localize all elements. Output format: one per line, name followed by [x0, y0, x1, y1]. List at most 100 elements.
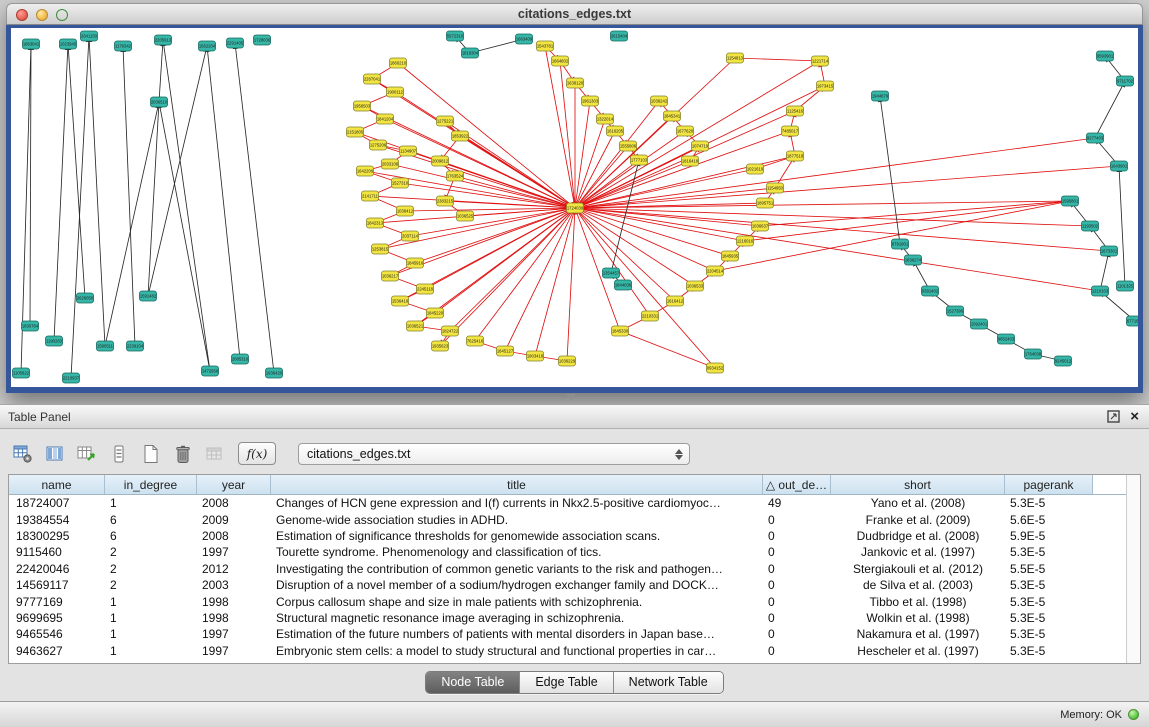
- column-header[interactable]: in_degree: [105, 475, 197, 494]
- network-node[interactable]: 1777103: [631, 155, 648, 165]
- table-settings-icon[interactable]: [12, 443, 34, 465]
- network-node[interactable]: 1562204: [199, 41, 216, 51]
- network-node[interactable]: 1527310: [392, 178, 409, 188]
- network-canvas[interactable]: 1863041102394526411501179342220591315622…: [11, 28, 1138, 387]
- network-node[interactable]: 1845935: [722, 251, 739, 261]
- network-node[interactable]: 2287041: [364, 74, 381, 84]
- close-panel-icon[interactable]: ×: [1130, 409, 1139, 424]
- network-node[interactable]: 1764038: [1025, 349, 1042, 359]
- network-node[interactable]: 1590511: [97, 341, 114, 351]
- window-titlebar[interactable]: citations_edges.txt: [6, 3, 1143, 25]
- network-node[interactable]: 1841204: [377, 114, 394, 124]
- table-row[interactable]: 1938455462009Genome-wide association stu…: [9, 511, 1140, 527]
- network-node[interactable]: 1543781: [537, 41, 554, 51]
- table-selector-dropdown[interactable]: citations_edges.txt: [298, 443, 690, 465]
- network-node[interactable]: 1663409: [516, 34, 533, 44]
- network-node[interactable]: 1221714: [812, 56, 829, 66]
- network-node[interactable]: 1844036: [615, 280, 632, 290]
- splitter-handle-icon[interactable]: [566, 394, 576, 400]
- network-node[interactable]: 1253815: [372, 244, 389, 254]
- float-panel-icon[interactable]: [1107, 410, 1120, 423]
- network-node[interactable]: 1595801: [1062, 196, 1079, 206]
- network-node[interactable]: 9711702: [1117, 76, 1134, 86]
- network-node[interactable]: 1190283: [46, 336, 63, 346]
- table-scrollbar[interactable]: [1126, 475, 1140, 663]
- network-node[interactable]: 1763524: [447, 171, 464, 181]
- network-node[interactable]: 2291405: [227, 38, 244, 48]
- trash-icon[interactable]: [172, 443, 194, 465]
- network-node[interactable]: 1935623: [432, 341, 449, 351]
- network-node[interactable]: 9277403: [1087, 133, 1104, 143]
- network-node[interactable]: 2204514: [707, 266, 724, 276]
- network-node[interactable]: 1179342: [115, 41, 132, 51]
- network-node[interactable]: 1036637: [752, 221, 769, 231]
- network-node[interactable]: 1036533: [687, 281, 704, 291]
- network-node[interactable]: 2210331: [642, 311, 659, 321]
- network-node[interactable]: 1961303: [582, 96, 599, 106]
- zoom-window-button[interactable]: [56, 9, 68, 21]
- table-row[interactable]: 1872400712008Changes of HCN gene express…: [9, 495, 1140, 511]
- network-node[interactable]: 2210937: [63, 373, 80, 383]
- network-node[interactable]: 1877518: [787, 151, 804, 161]
- new-document-icon[interactable]: [140, 443, 162, 465]
- tab-node-table[interactable]: Node Table: [426, 672, 520, 693]
- network-node[interactable]: 1638120: [567, 78, 584, 88]
- network-node[interactable]: 2641150: [81, 31, 98, 41]
- network-node[interactable]: 1900112: [387, 87, 404, 97]
- network-node[interactable]: 1275221: [437, 116, 454, 126]
- network-node[interactable]: 6771601: [1127, 316, 1139, 326]
- network-node[interactable]: 1643901: [1111, 161, 1128, 171]
- network-node[interactable]: 1322014: [597, 114, 614, 124]
- column-header[interactable]: short: [831, 475, 1005, 494]
- network-node[interactable]: 1036242: [651, 96, 668, 106]
- network-node[interactable]: 1677620: [677, 126, 694, 136]
- network-node[interactable]: 1036525: [457, 211, 474, 221]
- network-node[interactable]: 1210103: [1092, 286, 1109, 296]
- row-list-icon[interactable]: [108, 443, 130, 465]
- tab-edge-table[interactable]: Edge Table: [520, 672, 613, 693]
- network-node[interactable]: 0934152: [707, 363, 724, 373]
- network-node[interactable]: 1036412: [397, 206, 414, 216]
- table-row[interactable]: 977716911998Corpus callosum shape and si…: [9, 593, 1140, 609]
- network-node[interactable]: 1845220: [427, 308, 444, 318]
- network-node[interactable]: 1836274: [905, 255, 922, 265]
- network-node[interactable]: 1944879: [872, 91, 889, 101]
- network-node[interactable]: 1354457: [603, 268, 620, 278]
- network-node[interactable]: 1105822: [13, 368, 30, 378]
- table-row[interactable]: 946362711997Embryonic stem cells: a mode…: [9, 643, 1140, 659]
- table-row[interactable]: 911546021997Tourette syndrome. Phenomeno…: [9, 544, 1140, 560]
- network-node[interactable]: 1724039: [567, 203, 584, 213]
- column-header[interactable]: title: [271, 475, 763, 494]
- network-node[interactable]: 1853922: [452, 131, 469, 141]
- network-node[interactable]: 1936420: [266, 368, 283, 378]
- network-node[interactable]: 1591482: [140, 291, 157, 301]
- network-node[interactable]: 2239104: [127, 341, 144, 351]
- network-node[interactable]: 1830764: [22, 321, 39, 331]
- network-node[interactable]: 1816418: [682, 156, 699, 166]
- network-node[interactable]: 1673301: [1101, 246, 1118, 256]
- network-node[interactable]: 1154813: [727, 53, 744, 63]
- network-node[interactable]: 2626050: [77, 293, 94, 303]
- network-node[interactable]: 9652403: [998, 334, 1015, 344]
- network-node[interactable]: 1134907: [400, 146, 417, 156]
- function-builder-button[interactable]: f(x): [238, 442, 276, 465]
- network-node[interactable]: 2036510: [151, 97, 168, 107]
- network-node[interactable]: 1642209: [357, 166, 374, 176]
- network-node[interactable]: 2085316: [232, 354, 249, 364]
- network-node[interactable]: 2383215: [437, 196, 454, 206]
- show-columns-icon[interactable]: [44, 443, 66, 465]
- network-node[interactable]: 1664602: [552, 56, 569, 66]
- network-node[interactable]: 2033108: [382, 159, 399, 169]
- network-node[interactable]: 1818304: [462, 48, 479, 58]
- network-node[interactable]: 1527390: [947, 306, 964, 316]
- column-header[interactable]: pagerank: [1005, 475, 1093, 494]
- network-node[interactable]: 6791901: [892, 239, 909, 249]
- network-node[interactable]: 1216016: [737, 236, 754, 246]
- network-node[interactable]: 1193502: [1082, 221, 1099, 231]
- network-node[interactable]: 1154950: [767, 183, 784, 193]
- network-node[interactable]: 1036521: [407, 321, 424, 331]
- network-node[interactable]: 1092401: [971, 319, 988, 329]
- network-node[interactable]: 5572310: [447, 31, 464, 41]
- network-node[interactable]: 2245118: [417, 284, 434, 294]
- table-row[interactable]: 1830029562008Estimation of significance …: [9, 528, 1140, 544]
